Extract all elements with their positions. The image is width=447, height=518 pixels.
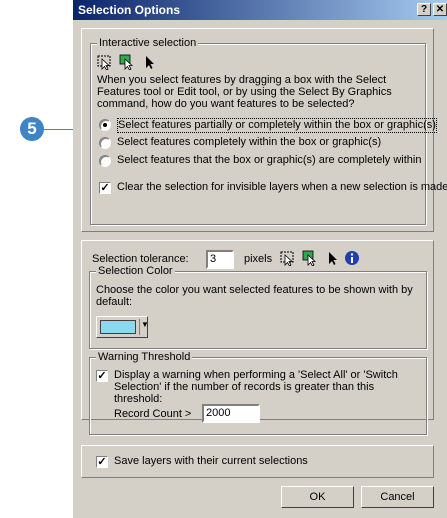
record-count-input[interactable]: 2000: [202, 404, 260, 423]
clear-invisible-label: Clear the selection for invisible layers…: [117, 181, 447, 193]
help-button[interactable]: ?: [417, 3, 431, 16]
select-features-icon: [97, 55, 111, 70]
tolerance-input[interactable]: 3: [206, 250, 234, 269]
radio-partially-within[interactable]: [99, 119, 111, 131]
interactive-selection-group: Interactive selection When you select fe…: [90, 37, 447, 225]
save-layers-checkbox[interactable]: ✓: [96, 456, 108, 468]
warning-checkbox[interactable]: ✓: [96, 370, 108, 382]
save-layers-label: Save layers with their current selection…: [114, 455, 308, 467]
color-swatch: [100, 320, 136, 334]
select-features-icon: [280, 251, 294, 266]
tolerance-units: pixels: [244, 253, 273, 265]
edit-tool-icon: [146, 56, 154, 69]
warning-label: Display a warning when performing a 'Sel…: [114, 369, 398, 405]
title-bar: Selection Options ? ✕: [73, 0, 447, 20]
interactive-selection-legend: Interactive selection: [97, 37, 199, 50]
record-count-label: Record Count >: [114, 408, 192, 420]
info-icon: [345, 251, 359, 265]
interactive-selection-panel: Interactive selection When you select fe…: [81, 28, 447, 232]
radio-completely-within[interactable]: [99, 137, 111, 149]
chevron-down-icon: ▼: [141, 320, 149, 329]
warning-threshold-group: Warning Threshold ✓ Display a warning wh…: [89, 351, 427, 435]
select-by-graphics-icon: [302, 250, 317, 266]
option-completely-within-label: Select features completely within the bo…: [117, 136, 382, 148]
selection-color-picker[interactable]: ▼: [96, 316, 149, 338]
interactive-description: When you select features by dragging a b…: [97, 74, 392, 110]
ok-button[interactable]: OK: [281, 486, 354, 508]
option-box-within-features-label: Select features that the box or graphic(…: [117, 154, 422, 166]
edit-tool-icon: [329, 252, 337, 265]
warning-threshold-legend: Warning Threshold: [96, 351, 193, 364]
selection-color-legend: Selection Color: [96, 265, 175, 278]
selection-color-description: Choose the color you want selected featu…: [96, 284, 413, 308]
step-callout-badge: 5: [20, 117, 44, 141]
selection-color-group: Selection Color Choose the color you wan…: [89, 265, 427, 349]
radio-box-within-features[interactable]: [99, 155, 111, 167]
save-layers-panel: ✓ Save layers with their current selecti…: [81, 445, 434, 478]
close-button[interactable]: ✕: [433, 3, 447, 16]
cancel-button[interactable]: Cancel: [361, 486, 434, 508]
select-by-graphics-icon: [119, 54, 134, 70]
clear-invisible-checkbox[interactable]: ✓: [99, 182, 111, 194]
dialog-title: Selection Options: [78, 3, 181, 17]
option-partially-within-label: Select features partially or completely …: [117, 118, 437, 133]
selection-options-dialog: Selection Options ? ✕ Interactive select…: [73, 0, 447, 518]
